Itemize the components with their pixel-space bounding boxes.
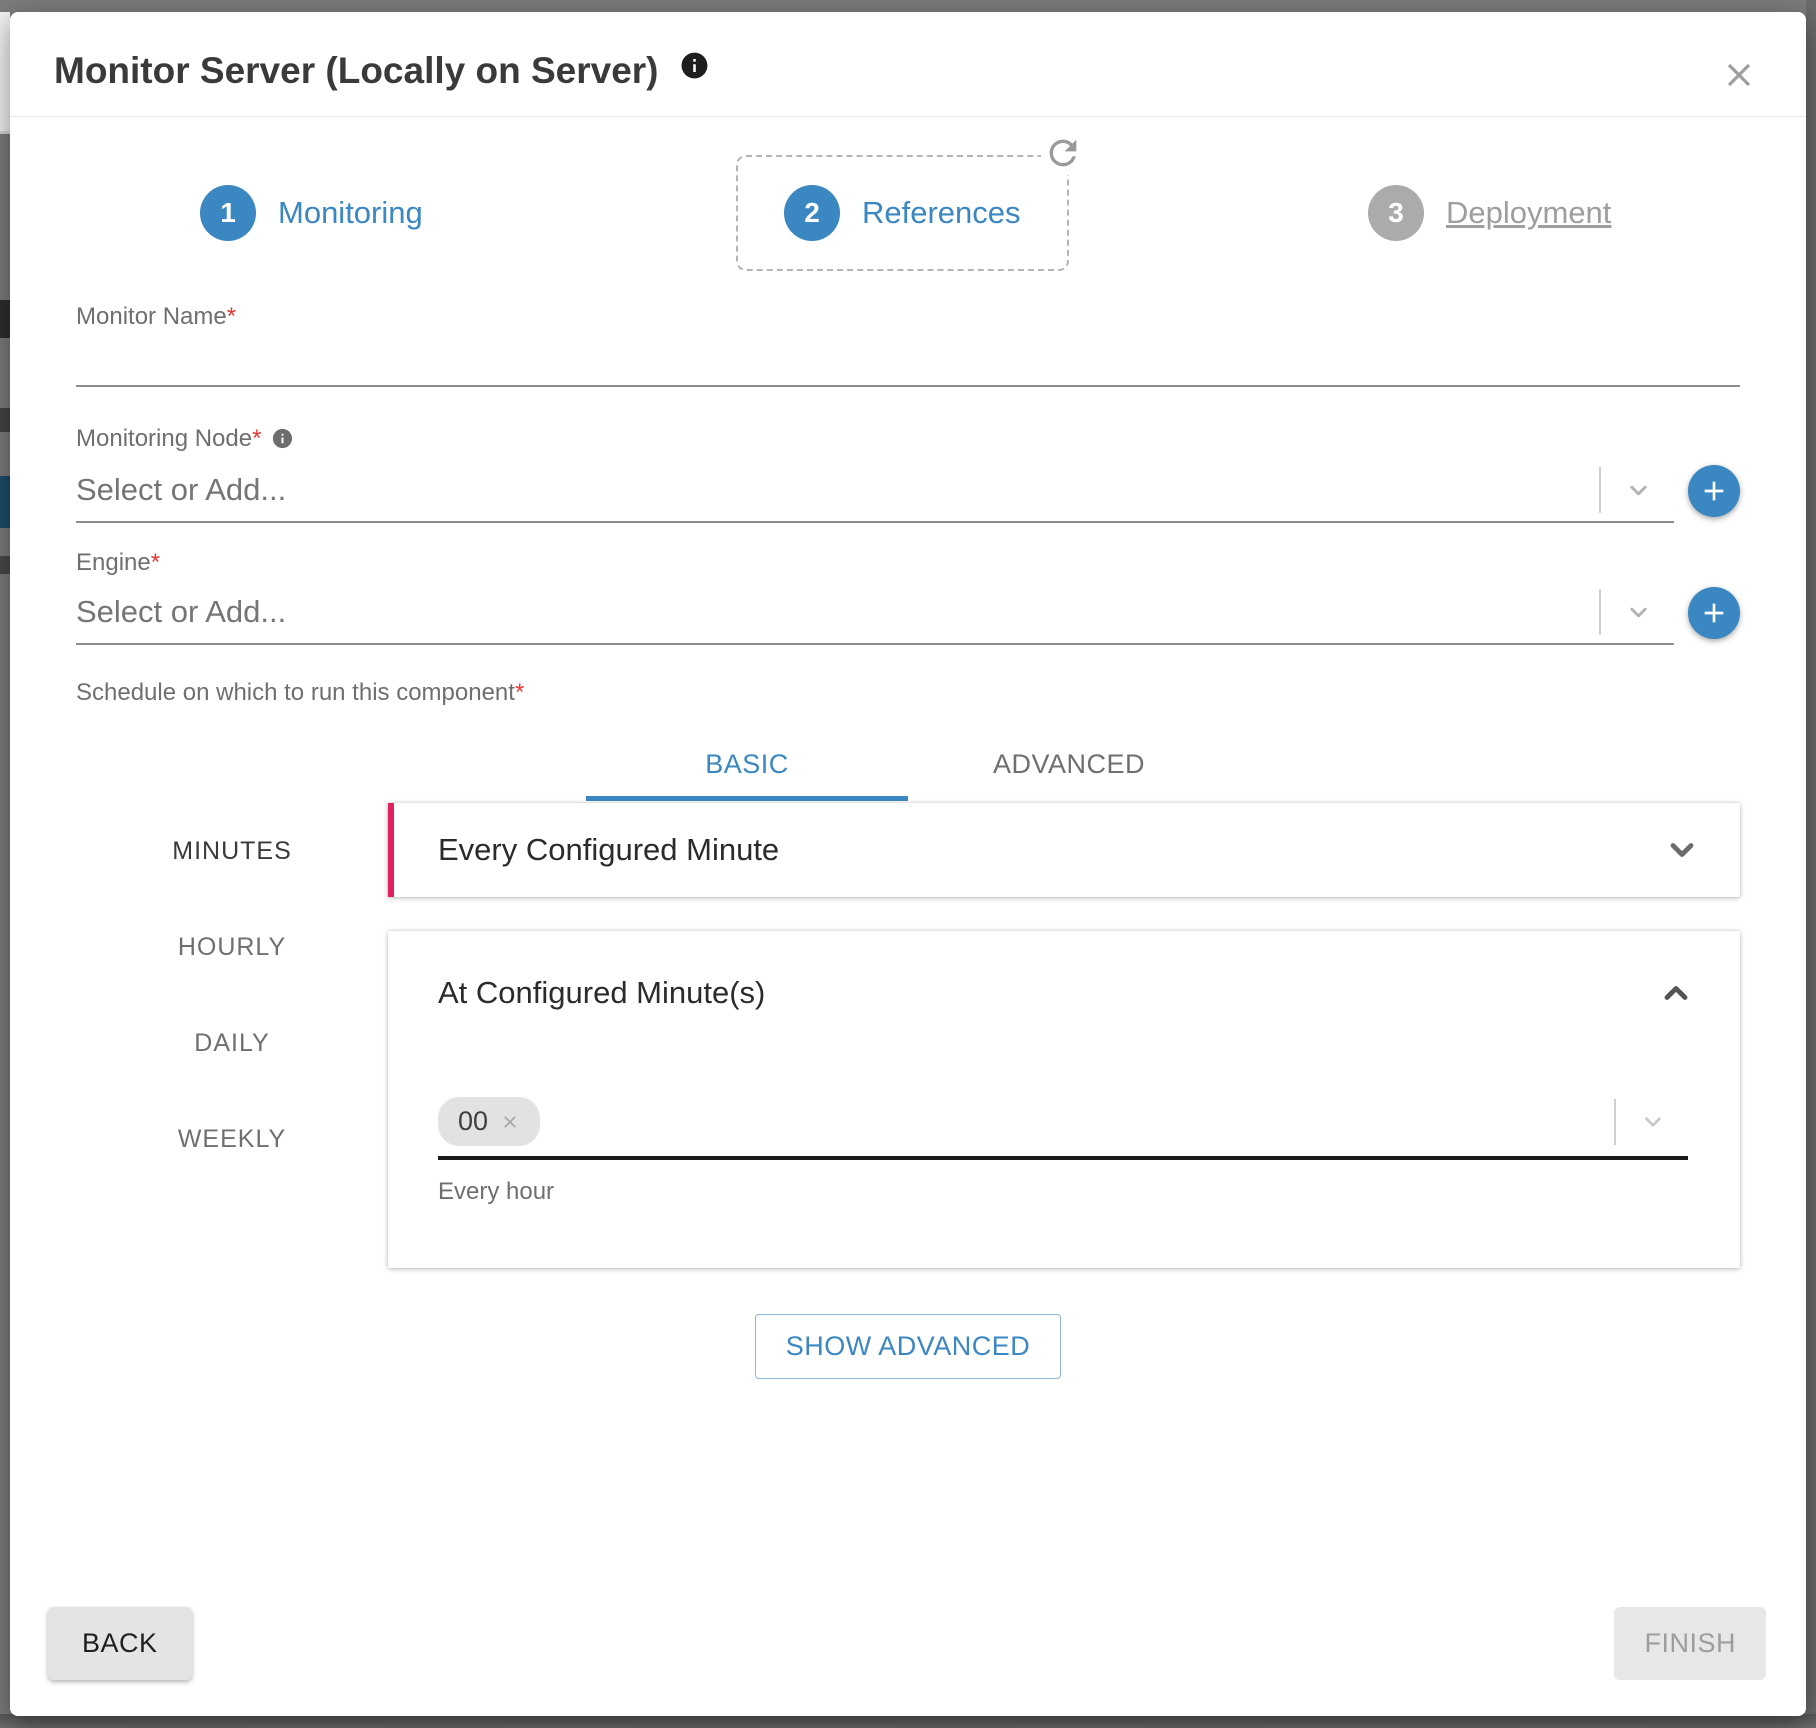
frequency-item-weekly[interactable]: WEEKLY	[76, 1091, 388, 1187]
chevron-up-icon[interactable]	[1658, 975, 1694, 1011]
minute-mode-dropdown[interactable]: Every Configured Minute	[388, 803, 1740, 897]
monitor-server-dialog: Monitor Server (Locally on Server) 1 Mon…	[10, 12, 1806, 1716]
monitor-name-field: Monitor Name*	[76, 303, 1740, 387]
dialog-footer: BACK FINISH	[10, 1607, 1806, 1716]
select-divider	[1614, 1099, 1616, 1145]
step-deployment[interactable]: 3 Deployment	[1368, 185, 1611, 241]
frequency-item-daily[interactable]: DAILY	[76, 995, 388, 1091]
step-references[interactable]: 2 References	[736, 155, 1069, 271]
frequency-list: MINUTES HOURLY DAILY WEEKLY	[76, 803, 388, 1268]
chevron-down-icon[interactable]	[1625, 599, 1652, 626]
dialog-header: Monitor Server (Locally on Server)	[10, 12, 1806, 117]
minute-chip-value: 00	[458, 1106, 488, 1137]
step-label: Monitoring	[278, 195, 423, 231]
step-number-badge: 3	[1368, 185, 1424, 241]
monitor-name-label: Monitor Name*	[76, 311, 236, 328]
finish-button[interactable]: FINISH	[1614, 1607, 1766, 1680]
add-monitoring-node-button[interactable]	[1688, 465, 1740, 517]
minute-chip: 00	[438, 1097, 540, 1146]
monitoring-node-input[interactable]	[76, 460, 1599, 520]
required-marker: *	[515, 679, 524, 706]
required-marker: *	[227, 303, 236, 330]
background-page-fragment	[0, 556, 10, 574]
configured-minutes-card: At Configured Minute(s) 00	[388, 931, 1740, 1268]
close-icon[interactable]	[1720, 56, 1758, 94]
step-label: References	[862, 195, 1021, 231]
info-icon[interactable]	[271, 427, 294, 455]
minutes-chip-input[interactable]: 00	[438, 1097, 1688, 1160]
background-page-fragment	[0, 12, 10, 132]
schedule-section-label: Schedule on which to run this component*	[76, 679, 1740, 707]
required-marker: *	[151, 549, 160, 576]
minutes-hint: Every hour	[438, 1178, 1694, 1206]
engine-input[interactable]	[76, 582, 1599, 642]
add-engine-button[interactable]	[1688, 587, 1740, 639]
tab-advanced[interactable]: ADVANCED	[908, 737, 1230, 801]
background-page-fragment	[0, 300, 10, 338]
active-accent-bar	[388, 803, 394, 897]
monitoring-node-select	[76, 459, 1674, 523]
dialog-body: 1 Monitoring 2 References 3 Deployment M…	[10, 117, 1806, 1607]
background-page-fragment	[0, 131, 10, 134]
show-advanced-wrap: SHOW ADVANCED	[76, 1314, 1740, 1379]
schedule-body: MINUTES HOURLY DAILY WEEKLY Every Config…	[76, 803, 1740, 1268]
tab-basic[interactable]: BASIC	[586, 737, 908, 801]
frequency-item-minutes[interactable]: MINUTES	[76, 803, 388, 899]
select-divider	[1599, 467, 1601, 513]
chevron-down-icon[interactable]	[1625, 477, 1652, 504]
schedule-tabs: BASIC ADVANCED	[76, 737, 1740, 801]
engine-select	[76, 581, 1674, 645]
engine-label: Engine*	[76, 557, 160, 574]
step-label: Deployment	[1446, 195, 1611, 231]
step-number-badge: 2	[784, 185, 840, 241]
chevron-down-icon[interactable]	[1640, 1109, 1666, 1135]
background-page-edge	[0, 1714, 1816, 1728]
frequency-item-hourly[interactable]: HOURLY	[76, 899, 388, 995]
background-page-fragment	[0, 476, 10, 528]
refresh-icon[interactable]	[1041, 131, 1085, 175]
required-marker: *	[252, 425, 261, 452]
monitoring-node-field: Monitoring Node*	[76, 425, 1740, 523]
monitor-name-input[interactable]	[76, 331, 1740, 387]
remove-chip-icon[interactable]	[500, 1112, 520, 1132]
back-button[interactable]: BACK	[48, 1607, 192, 1680]
minute-mode-value: Every Configured Minute	[438, 832, 779, 868]
configured-minutes-title: At Configured Minute(s)	[438, 975, 765, 1011]
select-divider	[1599, 589, 1601, 635]
step-monitoring[interactable]: 1 Monitoring	[200, 185, 423, 241]
show-advanced-button[interactable]: SHOW ADVANCED	[755, 1314, 1062, 1379]
minutes-panel: Every Configured Minute At Configured Mi…	[388, 803, 1740, 1268]
engine-field: Engine*	[76, 549, 1740, 645]
info-icon[interactable]	[679, 50, 710, 86]
monitoring-node-label: Monitoring Node*	[76, 433, 294, 450]
background-page-edge	[1806, 0, 1816, 1728]
dialog-title: Monitor Server (Locally on Server)	[54, 50, 659, 91]
step-number-badge: 1	[200, 185, 256, 241]
wizard-stepper: 1 Monitoring 2 References 3 Deployment	[76, 145, 1740, 281]
background-page-fragment	[0, 408, 10, 432]
chevron-down-icon[interactable]	[1664, 832, 1700, 868]
